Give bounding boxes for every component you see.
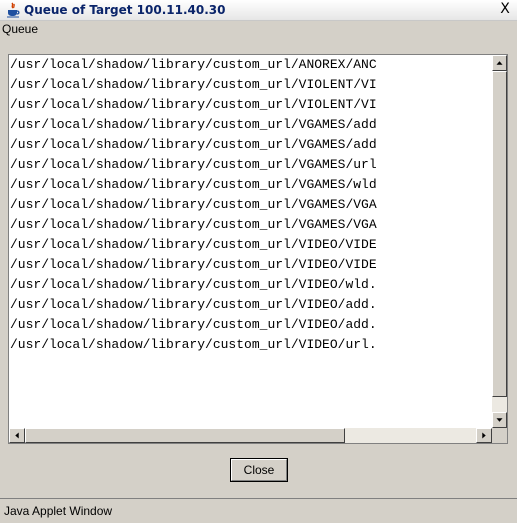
scroll-left-button[interactable]	[9, 428, 25, 443]
queue-list-item[interactable]: /usr/local/shadow/library/custom_url/VGA…	[9, 135, 492, 155]
horizontal-scrollbar[interactable]	[9, 428, 492, 443]
arrow-left-icon	[15, 432, 19, 439]
queue-list-item[interactable]: /usr/local/shadow/library/custom_url/VGA…	[9, 155, 492, 175]
queue-list-item[interactable]: /usr/local/shadow/library/custom_url/VGA…	[9, 115, 492, 135]
queue-list-item[interactable]: /usr/local/shadow/library/custom_url/VID…	[9, 335, 492, 355]
arrow-right-icon	[482, 432, 486, 439]
scroll-down-button[interactable]	[492, 412, 507, 428]
queue-list-item[interactable]: /usr/local/shadow/library/custom_url/VID…	[9, 295, 492, 315]
status-bar: Java Applet Window	[0, 498, 517, 523]
queue-list-item[interactable]: /usr/local/shadow/library/custom_url/VGA…	[9, 215, 492, 235]
close-window-icon[interactable]: X	[497, 1, 513, 17]
arrow-up-icon	[496, 61, 503, 65]
close-button[interactable]: Close	[230, 458, 288, 482]
arrow-down-icon	[496, 418, 503, 422]
queue-list-panel: /usr/local/shadow/library/custom_url/ANO…	[8, 54, 508, 444]
queue-list-item[interactable]: /usr/local/shadow/library/custom_url/VGA…	[9, 195, 492, 215]
button-bar: Close	[0, 448, 517, 493]
queue-list[interactable]: /usr/local/shadow/library/custom_url/ANO…	[9, 55, 492, 428]
queue-list-item[interactable]: /usr/local/shadow/library/custom_url/VIO…	[9, 75, 492, 95]
queue-list-item[interactable]: /usr/local/shadow/library/custom_url/ANO…	[9, 55, 492, 75]
queue-list-item[interactable]: /usr/local/shadow/library/custom_url/VID…	[9, 315, 492, 335]
queue-list-item[interactable]: /usr/local/shadow/library/custom_url/VIO…	[9, 95, 492, 115]
queue-dialog: Queue of Target 100.11.40.30 X Queue /us…	[0, 0, 517, 523]
vertical-scroll-thumb[interactable]	[492, 71, 507, 397]
queue-label: Queue	[2, 22, 39, 36]
queue-list-item[interactable]: /usr/local/shadow/library/custom_url/VGA…	[9, 175, 492, 195]
horizontal-scroll-thumb[interactable]	[25, 428, 345, 443]
window-title: Queue of Target 100.11.40.30	[24, 3, 226, 17]
scrollbar-corner	[492, 428, 507, 443]
status-text: Java Applet Window	[4, 504, 113, 518]
vertical-scrollbar[interactable]	[492, 55, 507, 428]
queue-list-item[interactable]: /usr/local/shadow/library/custom_url/VID…	[9, 275, 492, 295]
scroll-up-button[interactable]	[492, 55, 507, 71]
close-button-label: Close	[243, 463, 275, 477]
queue-list-item[interactable]: /usr/local/shadow/library/custom_url/VID…	[9, 235, 492, 255]
queue-list-item[interactable]: /usr/local/shadow/library/custom_url/VID…	[9, 255, 492, 275]
java-icon	[7, 2, 20, 18]
title-bar[interactable]: Queue of Target 100.11.40.30 X	[0, 0, 517, 21]
scroll-right-button[interactable]	[476, 428, 492, 443]
